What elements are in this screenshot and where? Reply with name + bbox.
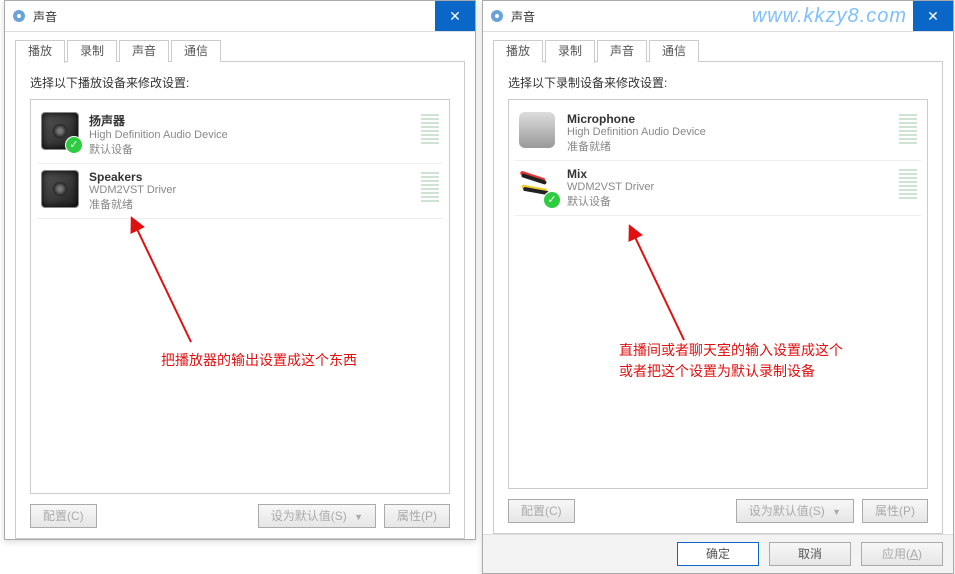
dialog-buttons: 确定 取消 应用(A) <box>483 534 953 573</box>
annotation-text: 直播间或者聊天室的输入设置成这个 或者把这个设置为默认录制设备 <box>619 340 843 382</box>
level-meter <box>899 167 917 199</box>
set-default-button[interactable]: 设为默认值(S) ▼ <box>736 499 854 523</box>
device-driver: High Definition Audio Device <box>89 129 228 141</box>
device-name: Microphone <box>567 112 706 126</box>
device-item[interactable]: ✓ 扬声器 High Definition Audio Device 默认设备 <box>37 106 443 164</box>
device-list[interactable]: ✓ 扬声器 High Definition Audio Device 默认设备 <box>30 99 450 494</box>
ok-button[interactable]: 确定 <box>677 542 759 566</box>
device-driver: WDM2VST Driver <box>89 184 176 196</box>
level-meter <box>899 112 917 144</box>
device-status: 默认设备 <box>567 193 654 209</box>
titlebar[interactable]: 声音 ✕ <box>483 1 953 32</box>
tab-panel: 选择以下播放设备来修改设置: ✓ 扬声器 High Definition Aud… <box>15 61 465 539</box>
tabstrip: 播放 录制 声音 通信 <box>493 40 943 62</box>
default-check-icon: ✓ <box>65 136 83 154</box>
sound-icon <box>11 8 27 24</box>
titlebar[interactable]: 声音 ✕ <box>5 1 475 32</box>
btn-text: 应用(A) <box>882 547 922 561</box>
properties-button[interactable]: 属性(P) <box>384 504 450 528</box>
sound-dialog-playback: 声音 ✕ 播放 录制 声音 通信 选择以下播放设备来修改设置: ✓ 扬声器 Hi… <box>4 0 476 540</box>
annotation-line: 或者把这个设置为默认录制设备 <box>619 361 843 382</box>
default-check-icon: ✓ <box>543 191 561 209</box>
close-button[interactable]: ✕ <box>435 1 475 31</box>
tab-comm[interactable]: 通信 <box>171 40 221 62</box>
annotation-line: 直播间或者聊天室的输入设置成这个 <box>619 340 843 361</box>
close-button[interactable]: ✕ <box>913 1 953 31</box>
chevron-down-icon: ▼ <box>354 512 363 522</box>
tab-panel: 选择以下录制设备来修改设置: Microphone High Definitio… <box>493 61 943 534</box>
device-item[interactable]: Microphone High Definition Audio Device … <box>515 106 921 161</box>
device-driver: WDM2VST Driver <box>567 181 654 193</box>
device-driver: High Definition Audio Device <box>567 126 706 138</box>
btn-label: 属性(P) <box>397 509 437 523</box>
dialog-body: 播放 录制 声音 通信 选择以下录制设备来修改设置: Microphone Hi… <box>483 32 953 534</box>
tab-record[interactable]: 录制 <box>67 40 117 62</box>
tab-comm[interactable]: 通信 <box>649 40 699 62</box>
tab-playback[interactable]: 播放 <box>15 40 65 63</box>
microphone-icon <box>519 112 555 148</box>
device-status: 准备就绪 <box>567 138 706 154</box>
tab-sound[interactable]: 声音 <box>119 40 169 62</box>
cancel-button[interactable]: 取消 <box>769 542 851 566</box>
tab-record[interactable]: 录制 <box>545 40 595 63</box>
dialog-title: 声音 <box>511 8 913 25</box>
tab-playback[interactable]: 播放 <box>493 40 543 62</box>
panel-instruction: 选择以下录制设备来修改设置: <box>508 74 928 91</box>
panel-instruction: 选择以下播放设备来修改设置: <box>30 74 450 91</box>
device-item[interactable]: Speakers WDM2VST Driver 准备就绪 <box>37 164 443 219</box>
apply-button[interactable]: 应用(A) <box>861 542 943 566</box>
level-meter <box>421 112 439 144</box>
device-icon <box>41 170 79 208</box>
configure-button[interactable]: 配置(C) <box>508 499 575 523</box>
device-name: 扬声器 <box>89 112 228 129</box>
device-item[interactable]: ✓ Mix WDM2VST Driver 默认设备 <box>515 161 921 216</box>
sound-icon <box>489 8 505 24</box>
annotation-arrow <box>131 222 211 352</box>
btn-label: 配置(C) <box>43 509 84 523</box>
device-status: 准备就绪 <box>89 196 176 212</box>
device-name: Speakers <box>89 170 176 184</box>
btn-label: 设为默认值(S) <box>271 509 347 523</box>
device-list[interactable]: Microphone High Definition Audio Device … <box>508 99 928 489</box>
btn-label: 属性(P) <box>875 504 915 518</box>
tabstrip: 播放 录制 声音 通信 <box>15 40 465 62</box>
configure-button[interactable]: 配置(C) <box>30 504 97 528</box>
dialog-title: 声音 <box>33 8 435 25</box>
panel-buttons: 配置(C) 设为默认值(S) ▼ 属性(P) <box>30 504 450 528</box>
speaker-icon <box>41 170 79 208</box>
device-text: Speakers WDM2VST Driver 准备就绪 <box>89 170 176 212</box>
annotation-text: 把播放器的输出设置成这个东西 <box>161 350 357 370</box>
sound-dialog-record: 声音 ✕ www.kkzy8.com 播放 录制 声音 通信 选择以下录制设备来… <box>482 0 954 574</box>
device-icon: ✓ <box>41 112 79 150</box>
btn-label: 设为默认值(S) <box>749 504 825 518</box>
device-name: Mix <box>567 167 654 181</box>
device-icon <box>519 112 557 150</box>
properties-button[interactable]: 属性(P) <box>862 499 928 523</box>
device-status: 默认设备 <box>89 141 228 157</box>
device-text: Mix WDM2VST Driver 默认设备 <box>567 167 654 209</box>
annotation-arrow <box>629 230 709 350</box>
device-text: 扬声器 High Definition Audio Device 默认设备 <box>89 112 228 157</box>
chevron-down-icon: ▼ <box>832 507 841 517</box>
device-text: Microphone High Definition Audio Device … <box>567 112 706 154</box>
tab-sound[interactable]: 声音 <box>597 40 647 62</box>
level-meter <box>421 170 439 202</box>
dialog-body: 播放 录制 声音 通信 选择以下播放设备来修改设置: ✓ 扬声器 High De… <box>5 32 475 539</box>
panel-buttons: 配置(C) 设为默认值(S) ▼ 属性(P) <box>508 499 928 523</box>
set-default-button[interactable]: 设为默认值(S) ▼ <box>258 504 376 528</box>
device-icon: ✓ <box>519 167 557 205</box>
btn-label: 配置(C) <box>521 504 562 518</box>
